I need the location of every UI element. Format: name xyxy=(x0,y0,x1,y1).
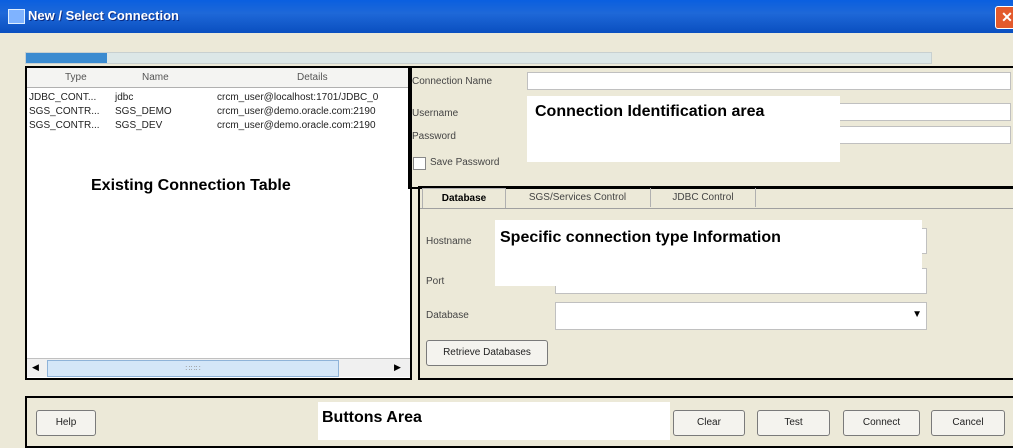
database-dropdown[interactable]: ▼ xyxy=(555,302,927,330)
retrieve-databases-button[interactable]: Retrieve Databases xyxy=(426,340,548,366)
cell-name: SGS_DEV xyxy=(115,120,163,131)
table-row[interactable]: SGS_CONTR... SGS_DEV crcm_user@demo.orac… xyxy=(27,120,410,133)
tab-database[interactable]: Database xyxy=(422,188,506,208)
table-row[interactable]: JDBC_CONT... jdbc crcm_user@localhost:17… xyxy=(27,92,410,105)
annotation-identification: Connection Identification area xyxy=(527,96,840,162)
save-password-checkbox[interactable] xyxy=(413,157,426,170)
scroll-left-icon[interactable]: ◀ xyxy=(32,362,39,373)
cell-type: JDBC_CONT... xyxy=(29,92,97,103)
column-header-details[interactable]: Details xyxy=(297,72,328,83)
column-header-type[interactable]: Type xyxy=(65,72,87,83)
window-title: New / Select Connection xyxy=(28,8,179,23)
title-bar: New / Select Connection ✕ xyxy=(0,0,1013,33)
tab-jdbc-control[interactable]: JDBC Control xyxy=(651,188,756,207)
cell-type: SGS_CONTR... xyxy=(29,106,100,117)
chevron-down-icon: ▼ xyxy=(912,309,922,320)
cancel-button[interactable]: Cancel xyxy=(931,410,1005,436)
annotation-specific: Specific connection type Information xyxy=(495,220,922,286)
connection-name-label: Connection Name xyxy=(412,76,493,87)
connection-name-field[interactable] xyxy=(527,72,1011,90)
password-label: Password xyxy=(412,131,456,142)
close-icon[interactable]: ✕ xyxy=(995,6,1013,29)
cell-details: crcm_user@demo.oracle.com:2190 xyxy=(217,106,376,117)
help-button[interactable]: Help xyxy=(36,410,96,436)
table-header: Type Name Details xyxy=(27,68,410,88)
app-logo-icon xyxy=(8,9,25,24)
progress-fill xyxy=(26,53,108,63)
annotation-existing-table: Existing Connection Table xyxy=(86,170,331,244)
annotation-buttons: Buttons Area xyxy=(318,402,670,440)
test-button[interactable]: Test xyxy=(757,410,830,436)
database-label: Database xyxy=(426,310,469,321)
cell-type: SGS_CONTR... xyxy=(29,120,100,131)
connect-button[interactable]: Connect xyxy=(843,410,920,436)
tab-strip: Database SGS/Services Control JDBC Contr… xyxy=(420,188,1013,209)
cell-details: crcm_user@demo.oracle.com:2190 xyxy=(217,120,376,131)
scroll-right-icon[interactable]: ▶ xyxy=(394,362,401,373)
cell-details: crcm_user@localhost:1701/JDBC_0 xyxy=(217,92,379,103)
column-header-name[interactable]: Name xyxy=(142,72,169,83)
progress-bar xyxy=(25,52,932,64)
cell-name: jdbc xyxy=(115,92,134,103)
username-label: Username xyxy=(412,108,459,119)
cell-name: SGS_DEMO xyxy=(115,106,172,117)
clear-button[interactable]: Clear xyxy=(673,410,745,436)
scroll-thumb[interactable]: ∷∷∷ xyxy=(47,360,339,377)
tab-sgs-services-control[interactable]: SGS/Services Control xyxy=(505,188,651,207)
save-password-label: Save Password xyxy=(430,157,500,168)
table-row[interactable]: SGS_CONTR... SGS_DEMO crcm_user@demo.ora… xyxy=(27,106,410,119)
port-label: Port xyxy=(426,276,445,287)
hostname-label: Hostname xyxy=(426,236,472,247)
horizontal-scrollbar[interactable]: ◀ ∷∷∷ ▶ xyxy=(27,358,410,377)
